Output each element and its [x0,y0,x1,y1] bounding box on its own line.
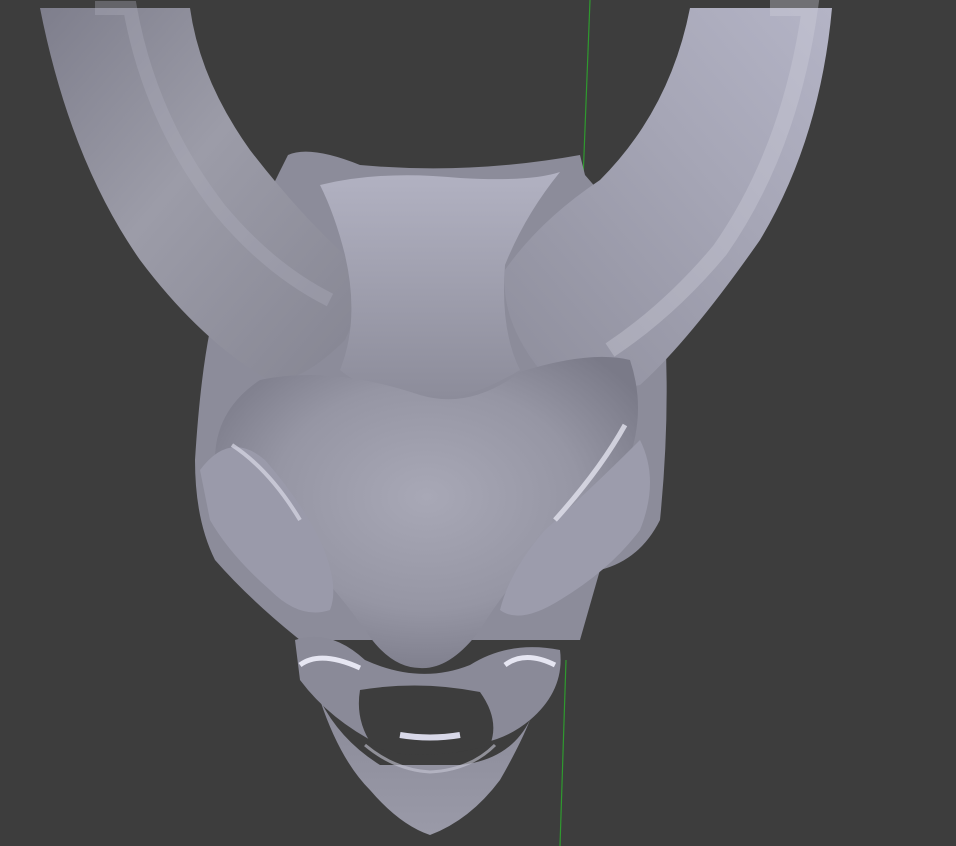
skull-mesh[interactable] [0,0,956,846]
mouth-opening [358,685,494,755]
lower-teeth [399,732,461,741]
3d-viewport[interactable] [0,0,956,846]
